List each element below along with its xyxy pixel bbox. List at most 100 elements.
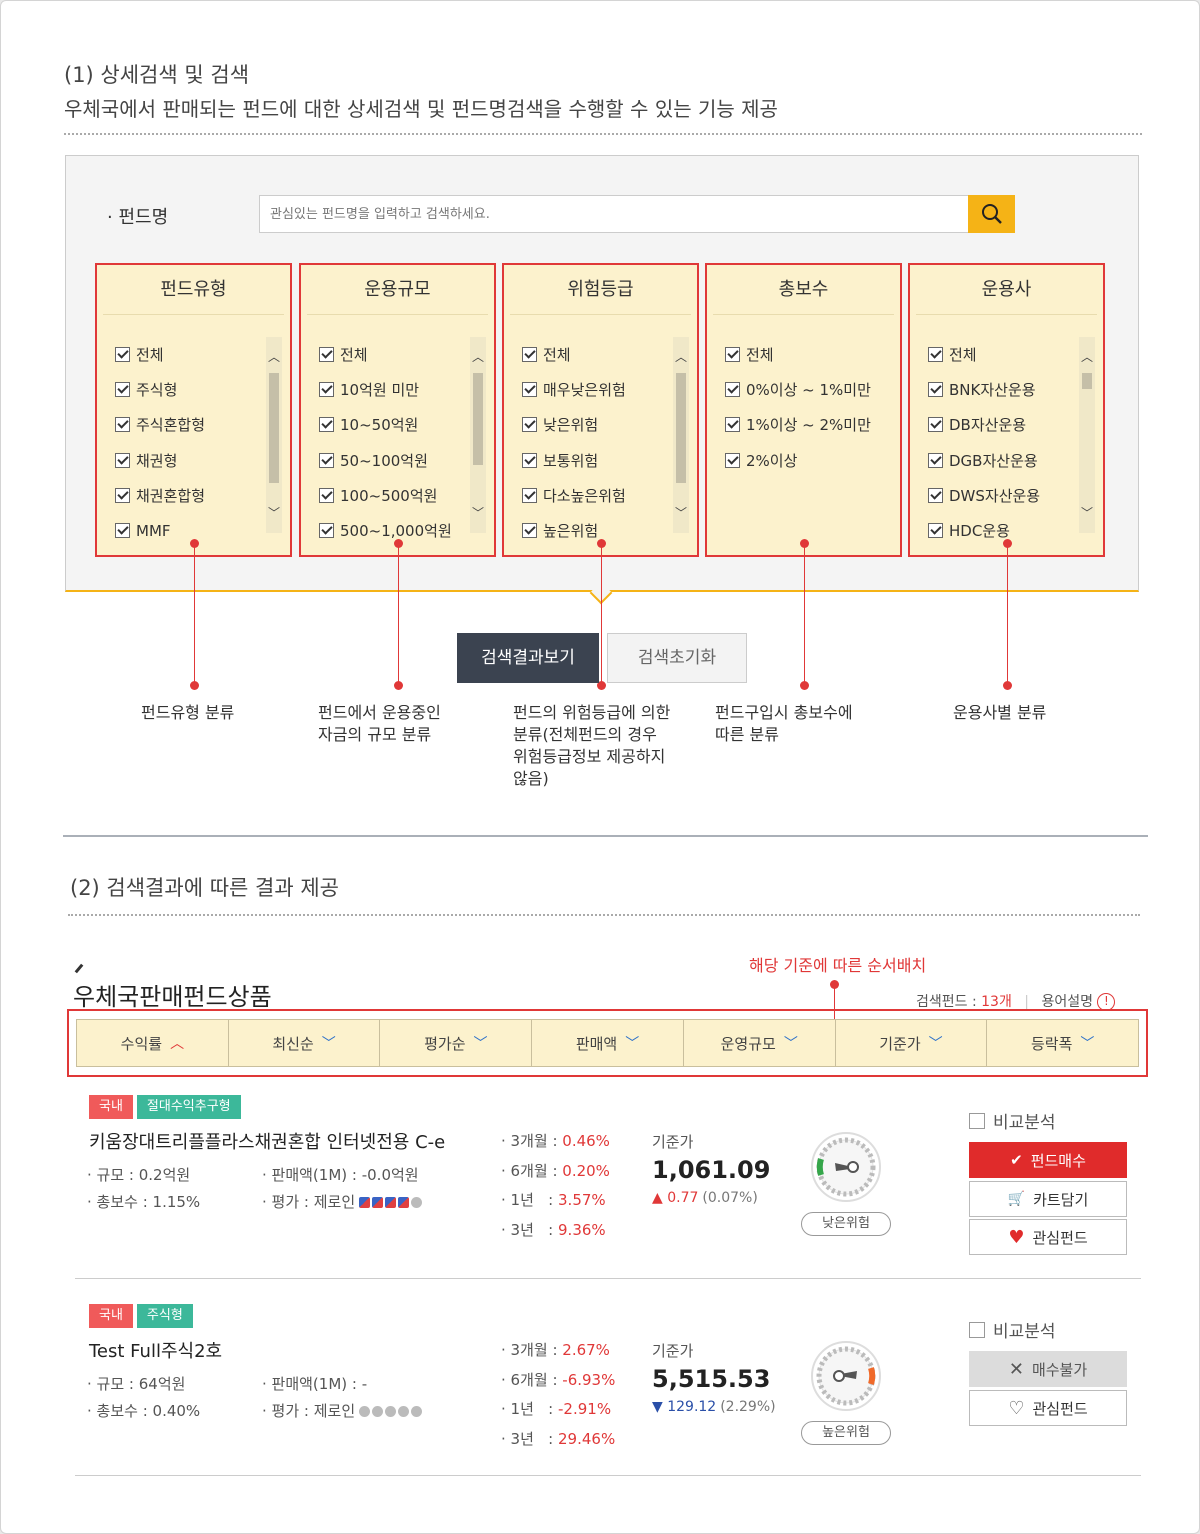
scroll-up-icon[interactable]: ︿ — [673, 347, 689, 367]
filter-option[interactable]: HDC운용 — [928, 513, 1040, 548]
search-input[interactable] — [260, 196, 968, 232]
nav-change: ▼ 129.12 (2.29%) — [652, 1399, 776, 1415]
scroll-down-icon[interactable]: ﹀ — [266, 503, 282, 523]
filter-option[interactable]: 전체 — [928, 337, 1040, 372]
scrollbar[interactable]: ︿ ﹀ — [1079, 337, 1095, 533]
filter-option[interactable]: 다소높은위험 — [522, 478, 626, 513]
checkbox-icon[interactable] — [969, 1112, 985, 1129]
meta-separator: | — [1024, 994, 1030, 1010]
checkbox-checked-icon[interactable] — [115, 347, 130, 363]
add-to-cart-button[interactable]: 🛒 카트담기 — [969, 1181, 1127, 1217]
filter-option[interactable]: 2%이상 — [725, 443, 871, 478]
return-period: · 6개월 : — [501, 1370, 563, 1389]
scroll-up-icon[interactable]: ︿ — [470, 347, 486, 367]
scroll-thumb[interactable] — [1082, 373, 1092, 389]
sort-tab[interactable]: 평가순 ﹀ — [380, 1020, 533, 1066]
scrollbar[interactable]: ︿ ﹀ — [470, 337, 486, 533]
checkbox-checked-icon[interactable] — [115, 523, 130, 539]
reset-search-button[interactable]: 검색초기화 — [607, 633, 747, 683]
scroll-down-icon[interactable]: ﹀ — [673, 503, 689, 523]
favorite-fund-button[interactable]: ♥ 관심펀드 — [969, 1219, 1127, 1255]
filter-option[interactable]: 10~50억원 — [319, 407, 452, 442]
sort-tab[interactable]: 등락폭 ﹀ — [987, 1020, 1138, 1066]
filter-option[interactable]: 낮은위험 — [522, 407, 626, 442]
filter-option[interactable]: 전체 — [522, 337, 626, 372]
checkbox-checked-icon[interactable] — [725, 382, 740, 398]
checkbox-checked-icon[interactable] — [928, 417, 943, 433]
sort-tab[interactable]: 운영규모 ﹀ — [684, 1020, 836, 1066]
filter-option[interactable]: 주식형 — [115, 372, 205, 407]
checkbox-checked-icon[interactable] — [928, 523, 943, 539]
filter-option[interactable]: 1%이상 ~ 2%미만 — [725, 407, 871, 442]
checkbox-checked-icon[interactable] — [928, 452, 943, 468]
checkbox-checked-icon[interactable] — [522, 382, 537, 398]
checkbox-checked-icon[interactable] — [928, 487, 943, 503]
filter-option[interactable]: 100~500억원 — [319, 478, 452, 513]
checkbox-checked-icon[interactable] — [928, 382, 943, 398]
filter-option[interactable]: BNK자산운용 — [928, 372, 1040, 407]
compare-checkbox[interactable]: 비교분석 — [969, 1108, 1056, 1133]
checkbox-checked-icon[interactable] — [319, 523, 334, 539]
filter-option[interactable]: 높은위험 — [522, 513, 626, 548]
filter-option[interactable]: DGB자산운용 — [928, 443, 1040, 478]
scroll-thumb[interactable] — [269, 373, 279, 483]
filter-option[interactable]: 전체 — [115, 337, 205, 372]
checkbox-checked-icon[interactable] — [319, 487, 334, 503]
scroll-up-icon[interactable]: ︿ — [266, 347, 282, 367]
filter-option[interactable]: 전체 — [319, 337, 452, 372]
sort-tab[interactable]: 판매액 ﹀ — [532, 1020, 684, 1066]
filter-option[interactable]: 매우낮은위험 — [522, 372, 626, 407]
scroll-thumb[interactable] — [473, 373, 483, 465]
scroll-down-icon[interactable]: ﹀ — [470, 503, 486, 523]
checkbox-checked-icon[interactable] — [522, 347, 537, 363]
scrollbar[interactable]: ︿ ﹀ — [266, 337, 282, 533]
favorite-fund-button[interactable]: ♡ 관심펀드 — [969, 1390, 1127, 1426]
scroll-up-icon[interactable]: ︿ — [1079, 347, 1095, 367]
checkbox-checked-icon[interactable] — [319, 347, 334, 363]
return-row: · 3개월 : 0.46% — [501, 1127, 610, 1157]
checkbox-checked-icon[interactable] — [725, 452, 740, 468]
filter-option[interactable]: 500~1,000억원 — [319, 513, 452, 548]
filter-option[interactable]: 보통위험 — [522, 443, 626, 478]
filter-option[interactable]: 채권형 — [115, 443, 205, 478]
checkbox-checked-icon[interactable] — [115, 487, 130, 503]
buy-fund-button[interactable]: ✔ 펀드매수 — [969, 1142, 1127, 1178]
compare-checkbox[interactable]: 비교분석 — [969, 1317, 1056, 1342]
checkbox-checked-icon[interactable] — [522, 487, 537, 503]
sort-tab[interactable]: 수익률 ︿ — [77, 1020, 229, 1066]
filter-option[interactable]: 전체 — [725, 337, 871, 372]
filter-option-label: 500~1,000억원 — [340, 522, 452, 541]
checkbox-checked-icon[interactable] — [725, 347, 740, 363]
checkbox-checked-icon[interactable] — [115, 417, 130, 433]
glossary-link[interactable]: 용어설명 — [1041, 994, 1093, 1010]
view-results-button[interactable]: 검색결과보기 — [457, 633, 599, 683]
checkbox-checked-icon[interactable] — [725, 417, 740, 433]
filter-option[interactable]: 0%이상 ~ 1%미만 — [725, 372, 871, 407]
checkbox-checked-icon[interactable] — [319, 382, 334, 398]
checkbox-checked-icon[interactable] — [319, 452, 334, 468]
filter-option[interactable]: 10억원 미만 — [319, 372, 452, 407]
filter-option[interactable]: 주식혼합형 — [115, 407, 205, 442]
filter-option[interactable]: 채권혼합형 — [115, 478, 205, 513]
scrollbar[interactable]: ︿ ﹀ — [673, 337, 689, 533]
sort-tab[interactable]: 최신순 ﹀ — [229, 1020, 381, 1066]
section1-description: 우체국에서 판매되는 펀드에 대한 상세검색 및 펀드명검색을 수행할 수 있는… — [64, 97, 778, 121]
search-button[interactable] — [968, 195, 1015, 233]
filter-option[interactable]: DB자산운용 — [928, 407, 1040, 442]
filter-option[interactable]: 50~100억원 — [319, 443, 452, 478]
sort-tab[interactable]: 기준가 ﹀ — [836, 1020, 988, 1066]
fund-name-link[interactable]: Test Full주식2호 — [89, 1337, 222, 1363]
scroll-thumb[interactable] — [676, 373, 686, 483]
checkbox-checked-icon[interactable] — [522, 523, 537, 539]
checkbox-icon[interactable] — [969, 1321, 985, 1338]
checkbox-checked-icon[interactable] — [319, 417, 334, 433]
nav-label: 기준가 — [652, 1133, 694, 1151]
filter-option[interactable]: DWS자산운용 — [928, 478, 1040, 513]
scroll-down-icon[interactable]: ﹀ — [1079, 503, 1095, 523]
checkbox-checked-icon[interactable] — [522, 417, 537, 433]
fund-name-link[interactable]: 키움장대트리플플라스채권혼합 인터넷전용 C-e — [89, 1128, 445, 1154]
checkbox-checked-icon[interactable] — [928, 347, 943, 363]
checkbox-checked-icon[interactable] — [522, 452, 537, 468]
checkbox-checked-icon[interactable] — [115, 452, 130, 468]
checkbox-checked-icon[interactable] — [115, 382, 130, 398]
